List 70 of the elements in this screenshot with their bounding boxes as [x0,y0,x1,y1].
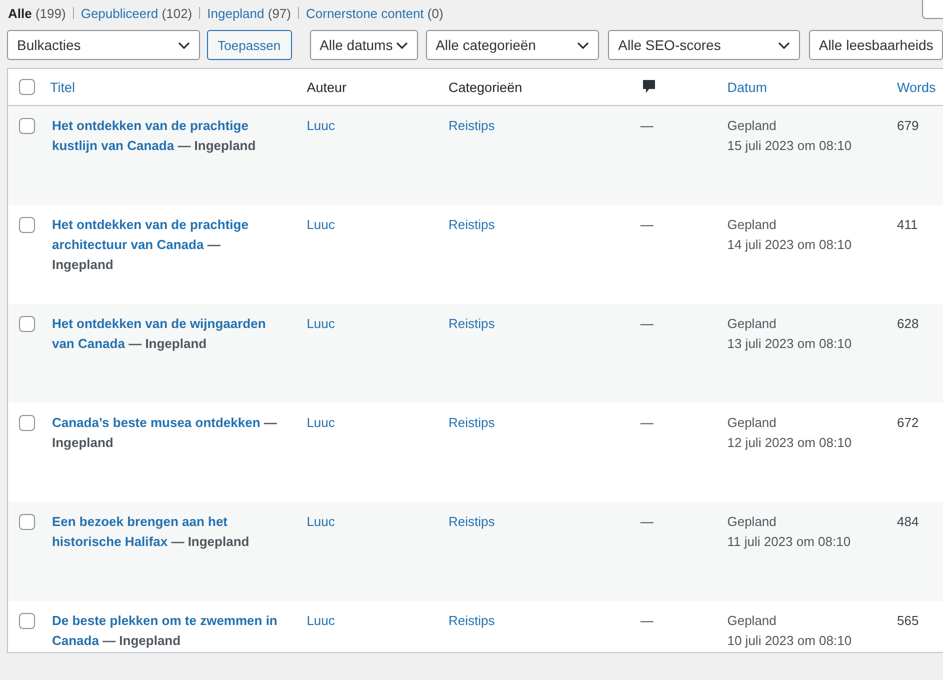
column-header-link[interactable]: Datum [727,80,767,94]
word-count: 484 [897,514,920,530]
row-checkbox[interactable] [19,514,35,530]
select-all-checkbox[interactable] [19,79,35,95]
category-link[interactable]: Reistips [448,613,640,629]
column-header-link[interactable]: Words [897,80,936,94]
bulk-actions-dropdown[interactable]: Bulkacties [7,30,200,60]
author-link[interactable]: Luuc [306,415,449,431]
filter-dropdown[interactable]: Alle leesbaarheids [808,30,943,60]
row-checkbox[interactable] [19,316,35,332]
publish-date: 12 juli 2023 om 08:10 [727,435,853,451]
publish-status: Gepland [727,415,778,431]
chevron-icon [178,42,190,50]
filter-dropdown[interactable]: Alle datums [310,30,418,60]
post-title-link[interactable]: Het ontdekken van de wijngaarden van Canada — Ingepland [46,314,278,354]
chevron-icon [778,42,790,50]
publish-status: Gepland [727,514,778,530]
publish-status: Gepland [727,118,778,134]
word-count: 672 [897,415,920,431]
category-link[interactable]: Reistips [448,217,640,233]
publish-status: Gepland [727,613,778,629]
post-title-link[interactable]: Het ontdekken van de prachtige architectuur van Canada — Ingepland [46,215,278,275]
apply-button[interactable]: Toepassen [206,30,292,60]
category-link[interactable]: Reistips [448,118,640,134]
publish-date: 15 juli 2023 om 08:10 [727,138,853,154]
comment-bubble-icon [642,79,656,95]
row-checkbox[interactable] [19,613,35,629]
post-title-link[interactable]: Het ontdekken van de prachtige kustlijn van Canada — Ingepland [46,116,278,156]
publish-date: 10 juli 2023 om 08:10 [727,633,853,649]
filter-dropdown[interactable]: Alle categorieën [426,30,600,60]
search-field[interactable] [922,0,943,19]
word-count: 679 [897,118,920,134]
chevron-icon [577,42,590,50]
publish-status: Gepland [727,316,778,332]
publish-date: 14 juli 2023 om 08:10 [727,237,853,253]
row-checkbox[interactable] [19,415,35,431]
filter-dropdown[interactable]: Alle SEO-scores [608,30,800,60]
filter-link[interactable]: Alle (199) [8,6,66,20]
filter-link[interactable]: Ingepland (97) [207,6,291,20]
comment-count: — [640,118,654,134]
filter-link[interactable]: Gepubliceerd (102) [80,6,192,20]
word-count: 411 [897,217,919,233]
column-header: Categorieën [448,80,522,94]
column-header-link[interactable]: Titel [50,80,75,94]
comment-count: — [640,415,654,431]
row-checkbox[interactable] [19,217,35,233]
post-title-link[interactable]: Een bezoek brengen aan het historische Halifax — Ingepland [46,512,278,552]
comment-count: — [640,316,654,332]
author-link[interactable]: Luuc [306,118,449,134]
post-title-link[interactable]: Canada’s beste musea ontdekken — Ingepland [46,413,278,453]
category-link[interactable]: Reistips [448,514,640,530]
category-link[interactable]: Reistips [448,415,640,431]
author-link[interactable]: Luuc [306,316,449,332]
post-title-link[interactable]: De beste plekken om te zwemmen in Canada — Ingepland [46,611,278,651]
category-link[interactable]: Reistips [448,316,640,332]
comment-count: — [640,613,654,629]
word-count: 628 [897,316,920,332]
publish-date: 11 juli 2023 om 08:10 [727,534,852,550]
filter-link[interactable]: Cornerstone content (0) [306,6,444,20]
comment-count: — [640,514,654,530]
chevron-icon [396,42,408,50]
author-link[interactable]: Luuc [306,217,449,233]
word-count: 565 [897,613,920,629]
author-link[interactable]: Luuc [306,514,449,530]
column-header: Auteur [306,80,346,94]
author-link[interactable]: Luuc [306,613,449,629]
comment-count: — [640,217,654,233]
publish-date: 13 juli 2023 om 08:10 [727,336,853,352]
publish-status: Gepland [727,217,778,233]
row-checkbox[interactable] [19,118,35,134]
